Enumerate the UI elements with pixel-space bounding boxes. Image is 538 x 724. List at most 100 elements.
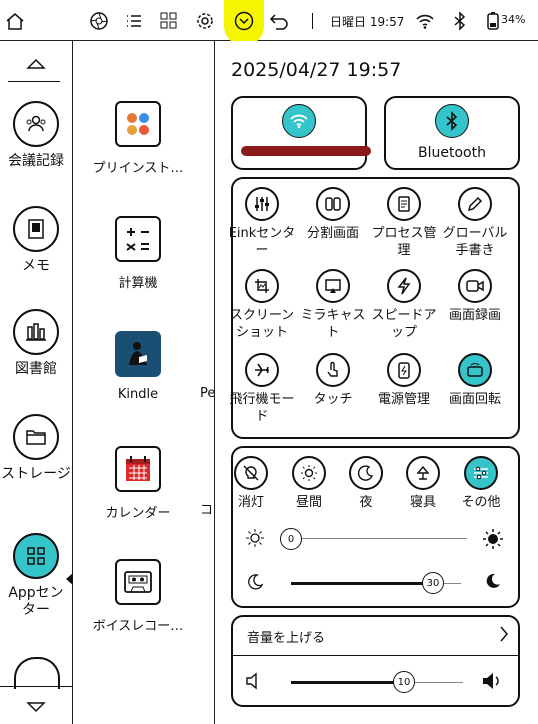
battery-charge-icon	[387, 353, 421, 387]
volume-fill	[291, 681, 403, 684]
cast-icon	[316, 269, 350, 303]
bluetooth-icon	[449, 10, 471, 32]
warmth-low-icon	[245, 572, 265, 596]
chevron-right-icon[interactable]	[499, 625, 509, 647]
rail-label: ストレージ	[1, 466, 71, 482]
brightness-high-icon	[482, 528, 504, 554]
control-airplane-mode[interactable]: 飛行機モード	[225, 353, 299, 425]
frontlight-panel: 消灯 昼間 夜 寝具 その他 0 30	[231, 446, 520, 608]
control-power-management[interactable]: 電源管理	[367, 353, 441, 408]
control-label: タッチ	[313, 392, 353, 407]
chevron-down-icon[interactable]	[233, 10, 255, 32]
control-label: Einkセンター	[228, 226, 296, 258]
calendar-icon	[115, 446, 161, 492]
control-eink-center[interactable]: Einkセンター	[225, 187, 299, 259]
apps-grid-icon[interactable]	[158, 10, 180, 32]
app-calculator[interactable]: 計算機	[73, 216, 203, 291]
light-mode-label: 昼間	[295, 495, 322, 510]
aperture-icon[interactable]	[88, 10, 110, 32]
control-miracast[interactable]: ミラキャスト	[296, 269, 370, 341]
app-preinstall[interactable]: プリインスト…	[73, 101, 203, 176]
chevron-up-icon[interactable]	[26, 55, 46, 74]
rail-divider	[8, 81, 60, 82]
control-screenshot[interactable]: スクリーンショット	[225, 269, 299, 341]
warmth-knob[interactable]: 30	[422, 572, 444, 594]
chevron-down-small-icon[interactable]	[26, 698, 46, 717]
control-label: スクリーンショット	[229, 308, 295, 340]
lightning-icon	[387, 269, 421, 303]
touch-icon	[316, 353, 350, 387]
control-label: プロセス管理	[371, 226, 437, 258]
control-label: 飛行機モード	[229, 392, 295, 424]
control-screen-rotation[interactable]: 画面回転	[438, 353, 512, 408]
rail-item-partial[interactable]	[14, 657, 60, 689]
warmth-high-icon	[483, 571, 503, 595]
kindle-icon	[115, 331, 161, 377]
cassette-icon	[115, 559, 161, 605]
wifi-icon	[414, 10, 436, 32]
control-global-handwriting[interactable]: グローバル手書き	[438, 187, 512, 259]
control-speed-up[interactable]: スピードアップ	[367, 269, 441, 341]
light-mode-label: 夜	[359, 495, 373, 510]
home-icon[interactable]	[4, 10, 26, 32]
clipboard-icon	[387, 187, 421, 221]
rail-item-app-center[interactable]: Appセンター	[0, 533, 72, 619]
light-mode-night[interactable]: 夜	[336, 456, 396, 511]
rail-item-meeting[interactable]: 会議記録	[0, 101, 72, 170]
control-label: ミラキャスト	[300, 308, 366, 340]
settings-sliders-icon	[464, 456, 498, 490]
wifi-tile[interactable]	[231, 96, 371, 170]
statusbar-divider	[312, 13, 313, 29]
control-screen-record[interactable]: 画面録画	[438, 269, 512, 324]
rail-item-storage[interactable]: ストレージ	[0, 414, 72, 483]
moon-icon	[349, 456, 383, 490]
light-mode-other[interactable]: その他	[451, 456, 511, 511]
bluetooth-tile[interactable]: Bluetooth	[384, 96, 520, 170]
statusbar-datetime: 日曜日 19:57	[330, 15, 405, 29]
light-mode-off[interactable]: 消灯	[221, 456, 281, 511]
app-kindle[interactable]: Kindle	[73, 331, 203, 402]
volume-high-icon	[481, 670, 503, 696]
volume-panel: 音量を上げる 10	[231, 615, 520, 707]
sliders-icon	[245, 187, 279, 221]
control-touch[interactable]: タッチ	[296, 353, 370, 408]
app-voice-recorder[interactable]: ボイスレコー…	[73, 559, 203, 634]
airplane-icon	[245, 353, 279, 387]
rail-item-library[interactable]: 図書館	[0, 309, 72, 378]
rail-label: Appセンター	[8, 585, 64, 618]
battery-percent: 34%	[501, 13, 526, 26]
brightness-track[interactable]	[287, 538, 467, 539]
control-label: グローバル手書き	[442, 226, 508, 258]
lamp-icon	[406, 456, 440, 490]
app-calendar[interactable]: カレンダー	[73, 446, 203, 521]
control-panel: 2025/04/27 19:57 Bluetooth Einkセンター 分割画面…	[214, 41, 538, 724]
controls-grid: Einkセンター 分割画面 プロセス管理 グローバル手書き スクリーンショット …	[229, 177, 520, 439]
brightness-knob[interactable]: 0	[280, 528, 302, 550]
light-mode-bedding[interactable]: 寝具	[393, 456, 453, 511]
left-rail: 会議記録 メモ 図書館 ストレージ Appセンター	[0, 41, 74, 724]
calculator-icon	[115, 216, 161, 262]
volume-knob[interactable]: 10	[393, 671, 415, 693]
back-icon[interactable]	[268, 10, 290, 32]
panel-datetime: 2025/04/27 19:57	[231, 59, 402, 81]
light-mode-label: その他	[461, 495, 501, 510]
app-label: ボイスレコー…	[92, 619, 184, 634]
volume-header[interactable]: 音量を上げる	[247, 627, 325, 646]
control-label: 電源管理	[377, 392, 430, 407]
light-mode-label: 寝具	[409, 495, 436, 510]
list-icon[interactable]	[123, 10, 145, 32]
apps-icon	[13, 533, 59, 579]
gear-icon[interactable]	[194, 10, 216, 32]
control-split-screen[interactable]: 分割画面	[296, 187, 370, 242]
volume-low-icon	[245, 671, 265, 695]
control-process-manager[interactable]: プロセス管理	[367, 187, 441, 259]
app-label: プリインスト…	[92, 161, 184, 176]
warmth-fill	[291, 582, 431, 585]
rail-label: メモ	[22, 258, 50, 274]
notebook-icon	[13, 206, 59, 252]
light-mode-label: 消灯	[237, 495, 264, 510]
brightness-low-icon	[245, 528, 265, 552]
light-mode-day[interactable]: 昼間	[279, 456, 339, 511]
rail-item-memo[interactable]: メモ	[0, 206, 72, 275]
edge-text-ko: コ	[200, 503, 214, 518]
